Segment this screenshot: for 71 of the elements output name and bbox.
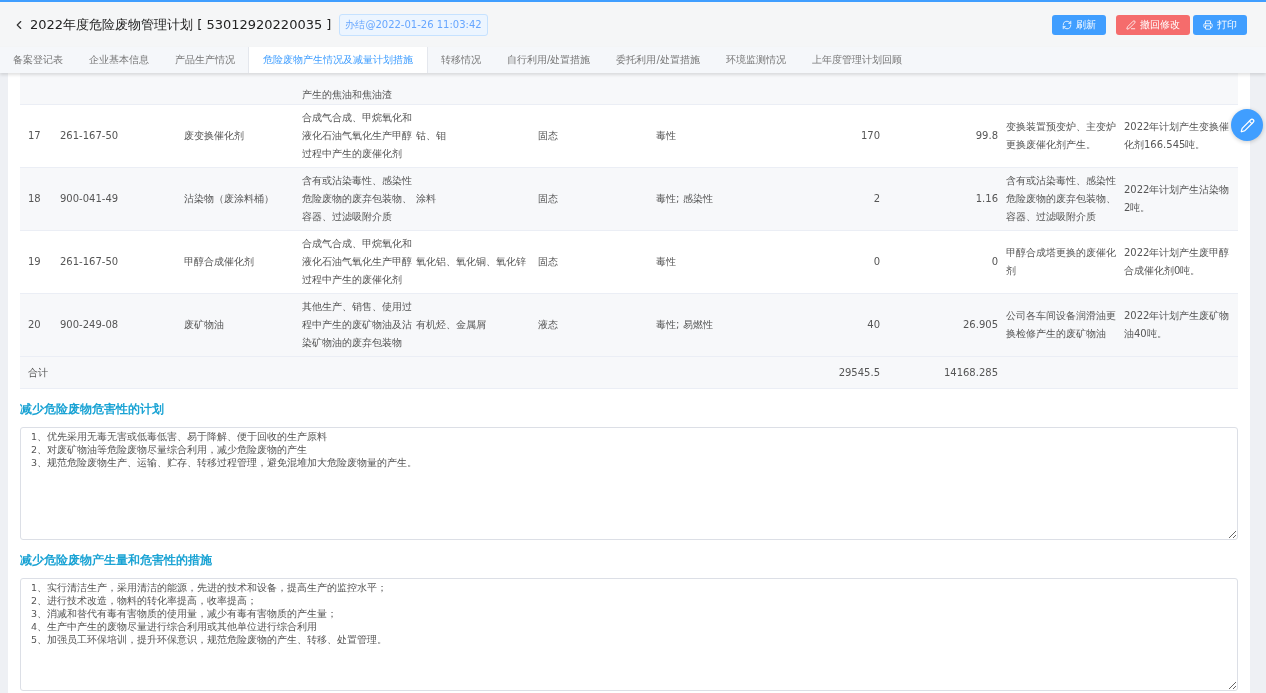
table-cell-text: 变换装置预变炉、主变炉更换废催化剂产生。 — [1006, 120, 1117, 152]
edit-button[interactable] — [1231, 109, 1263, 141]
status-badge: 办结@2022-01-26 11:03:42 — [339, 13, 488, 36]
table-cell-text: 产生的焦油和焦油渣 — [302, 88, 393, 102]
section-heading: 减少危险废物危害性的计划 — [20, 401, 165, 418]
page-title: 2022年度危险废物管理计划 [ 53012920220035 ] — [30, 15, 332, 34]
table-cell-text: 甲醇合成催化剂 — [184, 255, 255, 269]
table-cell-text: 0 — [990, 255, 999, 269]
table-cell-text: 170 — [859, 129, 881, 143]
table-cell-text: 毒性 — [656, 255, 677, 269]
table-cell-text: 公司各车间设备润滑油更换检修产生的废矿物油 — [1006, 309, 1117, 341]
table-cell-text: 液态 — [538, 318, 559, 332]
table-cell-text: 20 — [27, 318, 42, 332]
total-label: 合计 — [27, 365, 49, 380]
table-cell-text: 261-167-50 — [60, 255, 120, 269]
table-cell-text: 钴、钼 — [416, 129, 447, 143]
tab[interactable]: 环境监测情况 — [712, 47, 799, 73]
table-cell-text: 甲醇合成塔更换的废催化剂 — [1006, 246, 1117, 278]
table-cell-text: 26.905 — [962, 318, 999, 332]
tab[interactable]: 转移情况 — [428, 47, 494, 73]
table-cell-text: 2022年计划产生废甲醇合成催化剂0吨。 — [1124, 246, 1231, 278]
tab[interactable]: 备案登记表 — [0, 47, 76, 73]
table-cell-text: 19 — [27, 255, 42, 269]
table-cell-text: 其他生产、销售、使用过程中产生的废矿物油及沾染矿物油的废弃包装物 — [302, 300, 413, 350]
print-icon — [1203, 19, 1213, 30]
table-cell-text: 1.16 — [974, 192, 999, 206]
table-cell-text: 29545.5 — [837, 365, 881, 380]
table-cell-text: 2022年计划产生废矿物油40吨。 — [1124, 309, 1231, 341]
table-cell-text: 涂料 — [416, 192, 437, 206]
tab[interactable]: 企业基本信息 — [76, 47, 162, 73]
table-cell-text: 固态 — [538, 255, 559, 269]
tab[interactable]: 委托利用/处置措施 — [603, 47, 713, 73]
withdraw-icon — [1126, 19, 1136, 30]
table-cell-text: 2022年计划产生沾染物2吨。 — [1124, 183, 1231, 215]
table-cell-text: 900-041-49 — [60, 192, 120, 206]
text-area[interactable]: 1、实行清洁生产，采用清洁的能源，先进的技术和设备，提高生产的监控水平； 2、进行技术改造，物料的转化率提高，收率提高； 3、消减和替代有毒有害物质的使用量，减少有毒有害物质的产生量； 4、生产中产生的废物尽量进行综合利用或其他单位进行综合利用 5、加强员工环保培训，提升环保意识，规范危险废物的产生、转移、处置管理。 — [20, 578, 1238, 691]
table-cell-text: 含有或沾染毒性、感染性危险废物的废弃包装物、容器、过滤吸附介质 — [1006, 174, 1117, 224]
withdraw-button[interactable]: 撤回修改 — [1116, 14, 1190, 35]
refresh-button[interactable]: 刷新 — [1052, 14, 1106, 35]
tab[interactable]: 上年度管理计划回顾 — [798, 47, 915, 73]
tab[interactable]: 产品生产情况 — [162, 47, 248, 73]
pencil-icon — [1239, 117, 1255, 133]
table-cell-text: 沾染物（废涂料桶） — [184, 192, 275, 206]
table-cell-text: 氧化铝、氧化铜、氧化锌 — [416, 255, 527, 269]
table-cell-text: 17 — [27, 129, 42, 143]
section-heading: 减少危险废物产生量和危害性的措施 — [20, 552, 213, 569]
table-cell-text: 含有或沾染毒性、感染性危险废物的废弃包装物、容器、过滤吸附介质 — [302, 174, 413, 224]
table-cell-text: 固态 — [538, 129, 559, 143]
tab[interactable]: 自行利用/处置措施 — [494, 47, 604, 73]
table-cell-text: 261-167-50 — [60, 129, 120, 143]
print-button[interactable]: 打印 — [1193, 14, 1247, 35]
table-cell-text: 合成气合成、甲烷氧化和液化石油气氧化生产甲醇过程中产生的废催化剂 — [302, 111, 413, 161]
table-cell-text: 固态 — [538, 192, 559, 206]
table-cell-text: 有机烃、金属屑 — [416, 318, 487, 332]
table-cell-text: 40 — [866, 318, 881, 332]
table-cell-text: 2022年计划产生变换催化剂166.545吨。 — [1124, 120, 1231, 152]
table-cell-text: 毒性; 易燃性 — [656, 318, 714, 332]
table-cell-text: 2 — [872, 192, 881, 206]
table-cell-text: 废矿物油 — [184, 318, 225, 332]
table-cell-text: 14168.285 — [942, 365, 999, 380]
refresh-icon — [1062, 19, 1072, 30]
table-cell-text: 毒性 — [656, 129, 677, 143]
table-cell-text: 99.8 — [974, 129, 999, 143]
table-cell-text: 900-249-08 — [60, 318, 120, 332]
tab[interactable]: 危险废物产生情况及减量计划措施 — [248, 47, 428, 73]
table-cell-text: 0 — [872, 255, 881, 269]
text-area[interactable]: 1、优先采用无毒无害或低毒低害、易于降解、便于回收的生产原料 2、对废矿物油等危险废物尽量综合利用，减少危险废物的产生 3、规范危险废物生产、运输、贮存、转移过程管理，避免混堆加大危险废物量的产生。 — [20, 427, 1238, 540]
table-cell-text: 18 — [27, 192, 42, 206]
table-cell-text: 废变换催化剂 — [184, 129, 245, 143]
table-cell-text: 毒性; 感染性 — [656, 192, 714, 206]
table-cell-text: 合成气合成、甲烷氧化和液化石油气氧化生产甲醇过程中产生的废催化剂 — [302, 237, 413, 287]
